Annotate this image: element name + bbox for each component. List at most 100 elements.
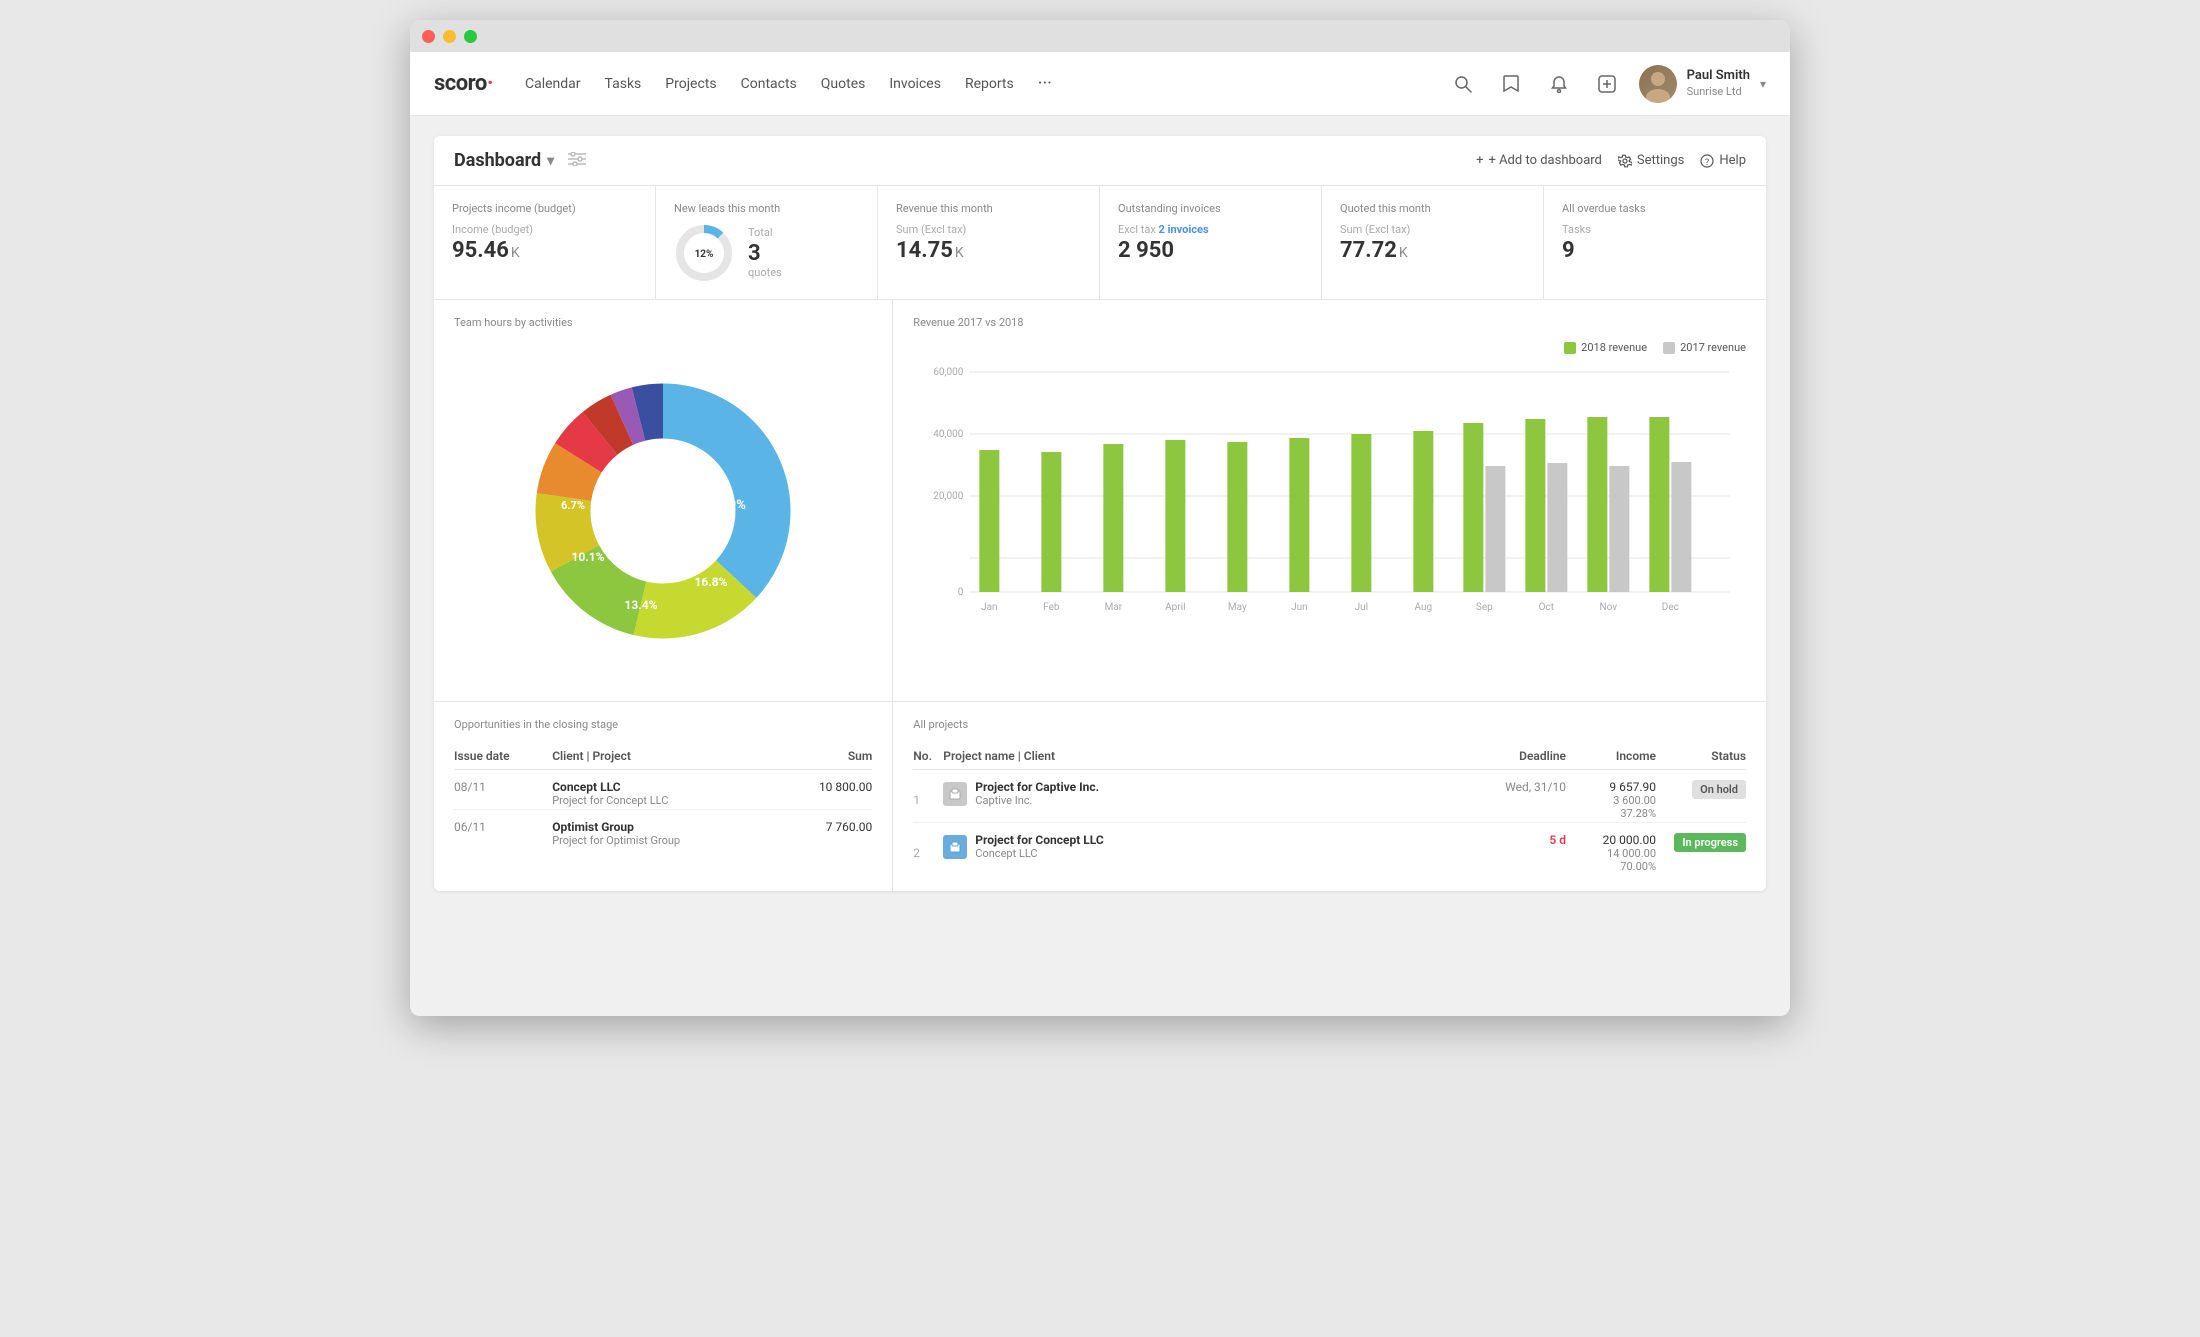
dashboard-chevron-icon[interactable]: ▾ <box>547 153 554 169</box>
opp-client-1: Concept LLC Project for Concept LLC <box>552 770 778 810</box>
svg-text:?: ? <box>1705 158 1709 168</box>
navbar: scoro· Calendar Tasks Projects Contacts … <box>410 52 1790 116</box>
app-window: scoro· Calendar Tasks Projects Contacts … <box>410 20 1790 1016</box>
project-icon-gray <box>943 782 967 806</box>
notification-icon[interactable] <box>1543 68 1575 100</box>
kpi-row: Projects income (budget) Income (budget)… <box>434 186 1766 300</box>
nav-reports[interactable]: Reports <box>965 76 1014 92</box>
col-no: No. <box>913 743 943 770</box>
svg-text:16.8%: 16.8% <box>695 575 728 589</box>
user-name: Paul Smith <box>1687 68 1750 85</box>
search-icon[interactable] <box>1447 68 1479 100</box>
nav-contacts[interactable]: Contacts <box>741 76 797 92</box>
col-income: Income <box>1566 743 1656 770</box>
svg-text:0: 0 <box>958 587 964 598</box>
filter-icon[interactable] <box>568 151 586 170</box>
dashboard-title: Dashboard ▾ <box>454 150 1476 171</box>
opp-sum-1: 10 800.00 <box>778 770 872 810</box>
opp-client-2: Optimist Group Project for Optimist Grou… <box>552 810 778 850</box>
svg-text:Aug: Aug <box>1415 602 1433 613</box>
svg-text:6.7%: 6.7% <box>561 499 585 512</box>
add-to-dashboard-btn[interactable]: + + Add to dashboard <box>1476 153 1602 168</box>
svg-text:Mar: Mar <box>1105 602 1123 613</box>
svg-text:Sep: Sep <box>1476 602 1493 613</box>
minimize-button[interactable] <box>443 30 456 43</box>
nav-tasks[interactable]: Tasks <box>605 76 642 92</box>
avatar <box>1639 65 1677 103</box>
col-sum: Sum <box>778 743 872 770</box>
svg-text:Dec: Dec <box>1662 602 1679 613</box>
chart-legend: 2018 revenue 2017 revenue <box>913 341 1746 354</box>
nav-more[interactable]: ··· <box>1038 73 1052 94</box>
dashboard-wrapper: Dashboard ▾ + + Add to dashboard Setting… <box>434 136 1766 891</box>
svg-text:Feb: Feb <box>1043 602 1060 613</box>
proj-status-1: On hold <box>1656 770 1746 823</box>
user-area[interactable]: Paul Smith Sunrise Ltd ▾ <box>1639 65 1766 103</box>
projects-table: No. Project name | Client Deadline Incom… <box>913 743 1746 875</box>
proj-deadline-2: 5 d <box>1466 823 1566 876</box>
charts-row: Team hours by activities <box>434 300 1766 702</box>
nav-calendar[interactable]: Calendar <box>525 76 581 92</box>
svg-text:12%: 12% <box>695 249 714 260</box>
user-company: Sunrise Ltd <box>1687 85 1750 99</box>
nav-invoices[interactable]: Invoices <box>889 76 941 92</box>
projects-panel: All projects No. Project name | Client D… <box>893 702 1766 891</box>
bookmark-icon[interactable] <box>1495 68 1527 100</box>
project-icon-blue <box>943 835 967 859</box>
svg-text:April: April <box>1165 602 1185 613</box>
donut-chart: 36.9% 16.8% 13.4% 10.1% 6.7% <box>454 341 872 681</box>
kpi-projects-income: Projects income (budget) Income (budget)… <box>434 186 656 299</box>
col-client: Client | Project <box>552 743 778 770</box>
dashboard-actions: + + Add to dashboard Settings ? Help <box>1476 153 1746 168</box>
title-bar <box>410 20 1790 52</box>
table-row: 08/11 Concept LLC Project for Concept LL… <box>454 770 872 810</box>
invoices-link[interactable]: 2 invoices <box>1159 223 1209 236</box>
team-hours-panel: Team hours by activities <box>434 300 893 701</box>
opp-date-2: 06/11 <box>454 810 552 850</box>
proj-status-2: In progress <box>1656 823 1746 876</box>
svg-text:13.4%: 13.4% <box>625 598 658 612</box>
settings-btn[interactable]: Settings <box>1618 153 1684 168</box>
kpi-new-leads: New leads this month 12% Total <box>656 186 878 299</box>
svg-text:Jun: Jun <box>1291 602 1308 613</box>
proj-name-1: Project for Captive Inc. Captive Inc. <box>943 770 1466 823</box>
svg-text:Nov: Nov <box>1600 602 1618 613</box>
table-row: 2 Project for Concept LLC Concept <box>913 823 1746 876</box>
proj-income-1: 9 657.90 3 600.00 37.28% <box>1566 770 1656 823</box>
help-btn[interactable]: ? Help <box>1700 153 1746 168</box>
svg-text:Jan: Jan <box>981 602 997 613</box>
leads-donut: 12% <box>674 223 734 283</box>
svg-text:20,000: 20,000 <box>934 491 964 502</box>
fullscreen-button[interactable] <box>464 30 477 43</box>
svg-text:Oct: Oct <box>1539 602 1554 613</box>
opp-sum-2: 7 760.00 <box>778 810 872 850</box>
proj-name-2: Project for Concept LLC Concept LLC <box>943 823 1466 876</box>
logo-text: scoro· <box>434 71 493 96</box>
opp-date-1: 08/11 <box>454 770 552 810</box>
opportunities-table: Issue date Client | Project Sum 08/11 Co… <box>454 743 872 849</box>
dashboard-header: Dashboard ▾ + + Add to dashboard Setting… <box>434 136 1766 186</box>
svg-text:60,000: 60,000 <box>934 367 964 378</box>
logo[interactable]: scoro· <box>434 71 493 96</box>
col-deadline: Deadline <box>1466 743 1566 770</box>
tables-row: Opportunities in the closing stage Issue… <box>434 702 1766 891</box>
close-button[interactable] <box>422 30 435 43</box>
kpi-revenue: Revenue this month Sum (Excl tax) 14.75K <box>878 186 1100 299</box>
nav-projects[interactable]: Projects <box>665 76 716 92</box>
proj-no-2: 2 <box>913 823 943 876</box>
main-content: Dashboard ▾ + + Add to dashboard Setting… <box>410 116 1790 1016</box>
opportunities-panel: Opportunities in the closing stage Issue… <box>434 702 893 891</box>
add-icon[interactable] <box>1591 68 1623 100</box>
nav-quotes[interactable]: Quotes <box>821 76 866 92</box>
svg-text:May: May <box>1228 602 1247 613</box>
proj-income-2: 20 000.00 14 000.00 70.00% <box>1566 823 1656 876</box>
svg-text:36.9%: 36.9% <box>710 498 746 513</box>
legend-2018: 2018 revenue <box>1564 341 1647 354</box>
col-project: Project name | Client <box>943 743 1466 770</box>
col-status: Status <box>1656 743 1746 770</box>
kpi-outstanding: Outstanding invoices Excl tax 2 invoices… <box>1100 186 1322 299</box>
revenue-chart-panel: Revenue 2017 vs 2018 2018 revenue 2017 r… <box>893 300 1766 701</box>
col-date: Issue date <box>454 743 552 770</box>
table-row: 06/11 Optimist Group Project for Optimis… <box>454 810 872 850</box>
proj-deadline-1: Wed, 31/10 <box>1466 770 1566 823</box>
